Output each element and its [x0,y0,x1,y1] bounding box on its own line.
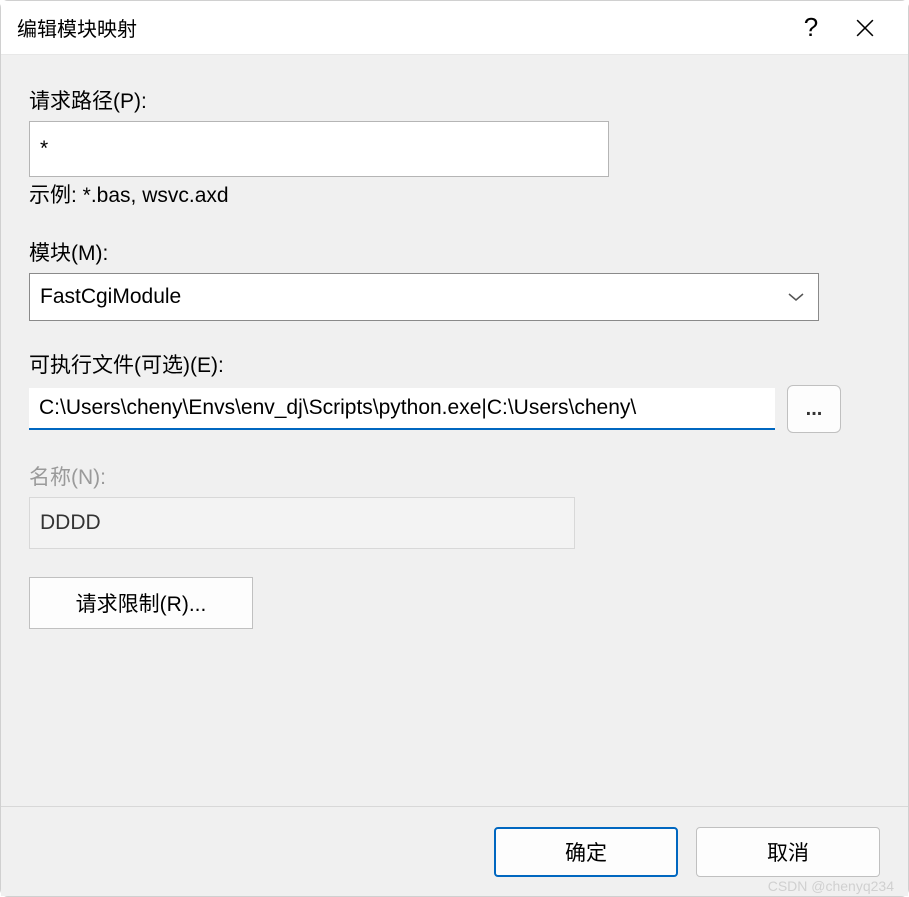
dialog-title: 编辑模块映射 [17,13,784,42]
request-limit-button[interactable]: 请求限制(R)... [29,577,253,629]
executable-label: 可执行文件(可选)(E): [29,349,880,379]
module-label: 模块(M): [29,237,880,267]
name-label: 名称(N): [29,461,880,491]
module-group: 模块(M): [29,237,880,321]
ok-button[interactable]: 确定 [494,827,678,877]
request-path-input[interactable] [29,121,609,177]
executable-group: 可执行文件(可选)(E): ... [29,349,880,433]
request-path-hint: 示例: *.bas, wsvc.axd [29,179,880,209]
dialog-content: 请求路径(P): 示例: *.bas, wsvc.axd 模块(M): 可执行文… [1,55,908,806]
dialog-footer: 确定 取消 [1,806,908,896]
executable-row: ... [29,385,880,433]
ellipsis-icon: ... [806,398,823,421]
name-group: 名称(N): [29,461,880,549]
browse-button[interactable]: ... [787,385,841,433]
titlebar: 编辑模块映射 ? [1,1,908,55]
close-button[interactable] [838,1,892,55]
module-select-wrapper [29,273,819,321]
request-path-group: 请求路径(P): 示例: *.bas, wsvc.axd [29,85,880,209]
help-icon: ? [804,12,818,43]
edit-module-mapping-dialog: 编辑模块映射 ? 请求路径(P): 示例: *.bas, wsvc.axd 模块… [0,0,909,897]
help-button[interactable]: ? [784,1,838,55]
name-input [29,497,575,549]
executable-input[interactable] [29,388,775,430]
request-path-label: 请求路径(P): [29,85,880,115]
module-select[interactable] [29,273,819,321]
cancel-button[interactable]: 取消 [696,827,880,877]
request-limit-group: 请求限制(R)... [29,577,880,629]
close-icon [856,19,874,37]
